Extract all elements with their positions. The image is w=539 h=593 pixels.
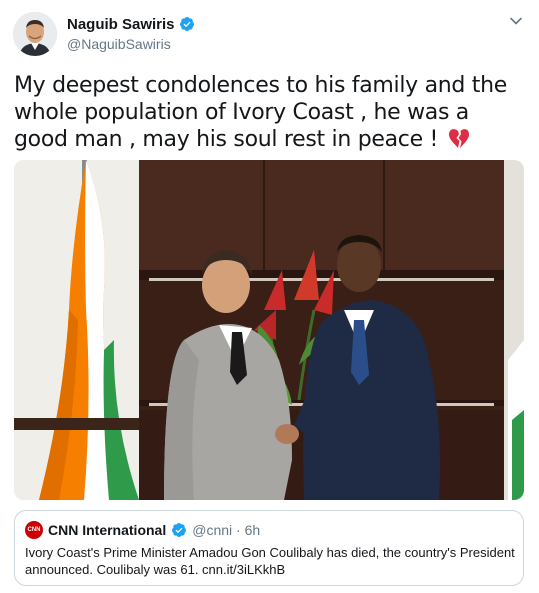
quoted-handle-time: @cnni · 6h bbox=[192, 522, 261, 538]
chevron-down-icon[interactable] bbox=[509, 14, 523, 28]
quoted-tweet-text: Ivory Coast's Prime Minister Amadou Gon … bbox=[25, 545, 515, 577]
cnn-avatar[interactable]: CNN bbox=[25, 521, 43, 539]
author-display-name[interactable]: Naguib Sawiris bbox=[67, 16, 175, 33]
avatar-photo bbox=[13, 12, 57, 56]
quoted-tweet[interactable]: CNN CNN International @cnni · 6h Ivory C… bbox=[14, 510, 524, 586]
broken-heart-icon bbox=[447, 128, 471, 150]
quoted-tweet-header: CNN CNN International @cnni · 6h bbox=[25, 521, 260, 539]
quoted-display-name[interactable]: CNN International bbox=[48, 522, 166, 538]
verified-badge-icon bbox=[179, 16, 195, 32]
tweet-card: Naguib Sawiris @NaguibSawiris My deepest… bbox=[0, 0, 539, 593]
author-handle[interactable]: @NaguibSawiris bbox=[67, 36, 195, 52]
author-avatar[interactable] bbox=[13, 12, 57, 56]
verified-badge-icon bbox=[171, 522, 187, 538]
photo-illustration bbox=[14, 160, 524, 500]
tweet-photo[interactable] bbox=[14, 160, 524, 500]
author-header: Naguib Sawiris @NaguibSawiris bbox=[67, 14, 195, 52]
tweet-text: My deepest condolences to his family and… bbox=[14, 72, 524, 153]
tweet-body: My deepest condolences to his family and… bbox=[14, 73, 507, 152]
